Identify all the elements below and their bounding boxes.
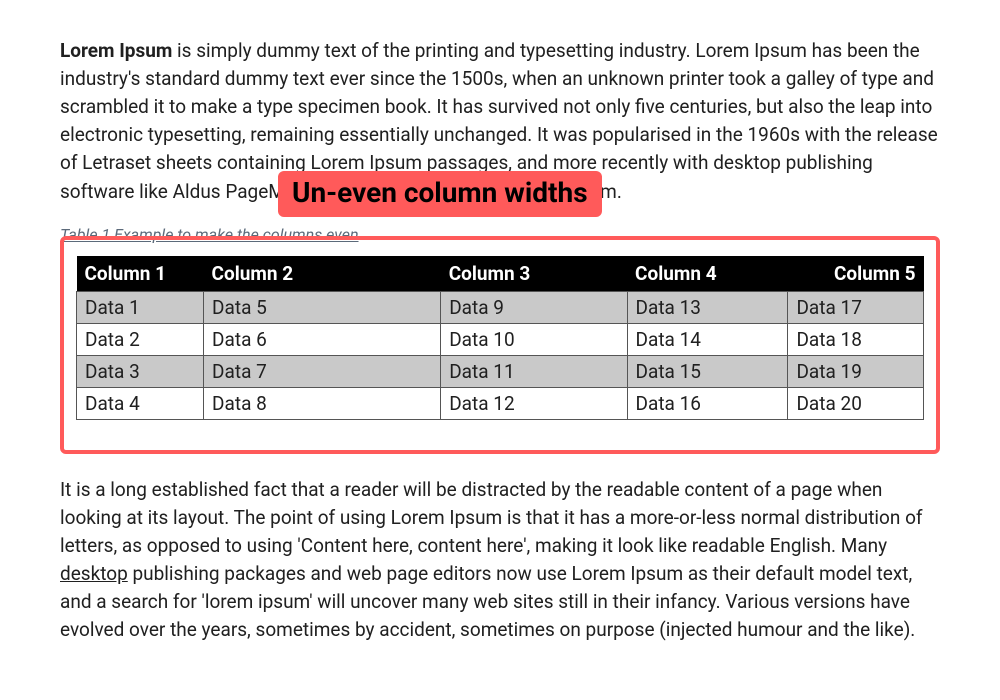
table-cell: Data 14 [627,323,788,355]
table-row: Data 3 Data 7 Data 11 Data 15 Data 19 [77,355,924,387]
table-cell: Data 9 [441,291,627,323]
table-row: Data 2 Data 6 Data 10 Data 14 Data 18 [77,323,924,355]
table-highlight-box: Column 1 Column 2 Column 3 Column 4 Colu… [60,236,940,454]
table-cell: Data 16 [627,387,788,419]
intro-lead: Lorem Ipsum [60,39,172,62]
table-cell: Data 8 [204,387,441,419]
col-header: Column 1 [77,256,204,292]
example-table: Column 1 Column 2 Column 3 Column 4 Colu… [76,256,924,420]
table-cell: Data 1 [77,291,204,323]
col-header: Column 2 [204,256,441,292]
col-header: Column 5 [788,256,924,292]
col-header: Column 3 [441,256,627,292]
table-cell: Data 17 [788,291,924,323]
table-cell: Data 20 [788,387,924,419]
table-cell: Data 5 [204,291,441,323]
table-cell: Data 6 [204,323,441,355]
document-page: Lorem Ipsum is simply dummy text of the … [0,0,1000,700]
table-cell: Data 13 [627,291,788,323]
table-cell: Data 19 [788,355,924,387]
table-row: Data 1 Data 5 Data 9 Data 13 Data 17 [77,291,924,323]
col-header: Column 4 [627,256,788,292]
closing-after: publishing packages and web page editors… [60,562,915,641]
table-cell: Data 3 [77,355,204,387]
table-cell: Data 2 [77,323,204,355]
table-cell: Data 15 [627,355,788,387]
desktop-link[interactable]: desktop [60,562,128,585]
table-header-row: Column 1 Column 2 Column 3 Column 4 Colu… [77,256,924,292]
table-cell: Data 10 [441,323,627,355]
closing-paragraph: It is a long established fact that a rea… [60,476,940,645]
table-cell: Data 12 [441,387,627,419]
annotation-callout: Un-even column widths [278,171,602,217]
closing-before: It is a long established fact that a rea… [60,478,923,557]
table-cell: Data 7 [204,355,441,387]
table-cell: Data 4 [77,387,204,419]
table-cell: Data 18 [788,323,924,355]
table-row: Data 4 Data 8 Data 12 Data 16 Data 20 [77,387,924,419]
table-cell: Data 11 [441,355,627,387]
